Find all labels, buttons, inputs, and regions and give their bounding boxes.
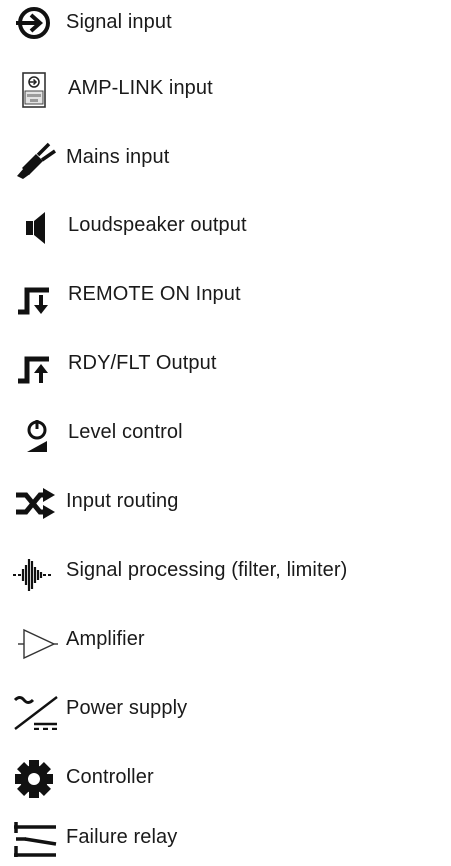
legend-item-amp-link-input: AMP-LINK input (0, 66, 451, 110)
legend-item-signal-processing: Signal processing (filter, limiter) (0, 548, 451, 592)
input-routing-icon (12, 479, 62, 523)
legend-item-label: Loudspeaker output (68, 214, 247, 236)
legend-item-label: Input routing (66, 490, 179, 512)
legend-item-failure-relay: Failure relay (0, 815, 451, 859)
legend-item-level-control: Level control (0, 410, 451, 454)
legend-item-controller: Controller (0, 755, 451, 799)
legend-item-signal-input: Signal input (0, 0, 451, 44)
failure-relay-icon (12, 815, 62, 859)
legend-item-label: Failure relay (66, 826, 178, 848)
power-supply-icon (12, 686, 62, 730)
legend-item-remote-on-input: REMOTE ON Input (0, 272, 451, 316)
legend-item-input-routing: Input routing (0, 479, 451, 523)
mains-plug-icon (12, 135, 62, 179)
legend-item-label: Controller (66, 766, 154, 788)
remote-on-input-icon (12, 272, 62, 316)
legend-item-label: Signal input (66, 11, 172, 33)
legend-item-label: AMP-LINK input (68, 77, 213, 99)
legend-item-label: RDY/FLT Output (68, 352, 217, 374)
legend-item-label: REMOTE ON Input (68, 283, 241, 305)
legend-item-power-supply: Power supply (0, 686, 451, 730)
legend-item-label: Mains input (66, 146, 170, 168)
legend-item-label: Power supply (66, 697, 188, 719)
level-control-icon (12, 410, 62, 454)
legend-item-label: Amplifier (66, 628, 145, 650)
legend-item-loudspeaker-output: Loudspeaker output (0, 203, 451, 247)
legend-item-label: Signal processing (filter, limiter) (66, 559, 348, 581)
legend-item-mains-input: Mains input (0, 135, 451, 179)
legend-item-amplifier: Amplifier (0, 617, 451, 661)
signal-input-icon (12, 0, 62, 44)
amplifier-icon (12, 617, 62, 661)
rdy-flt-output-icon (12, 341, 62, 385)
amp-link-input-icon (12, 66, 62, 110)
controller-gear-icon (12, 755, 62, 799)
loudspeaker-icon (12, 203, 62, 247)
icon-legend: Signal input AMP-LINK input Mains input … (0, 0, 451, 866)
signal-processing-icon (12, 548, 62, 592)
legend-item-rdy-flt-output: RDY/FLT Output (0, 341, 451, 385)
legend-item-label: Level control (68, 421, 183, 443)
